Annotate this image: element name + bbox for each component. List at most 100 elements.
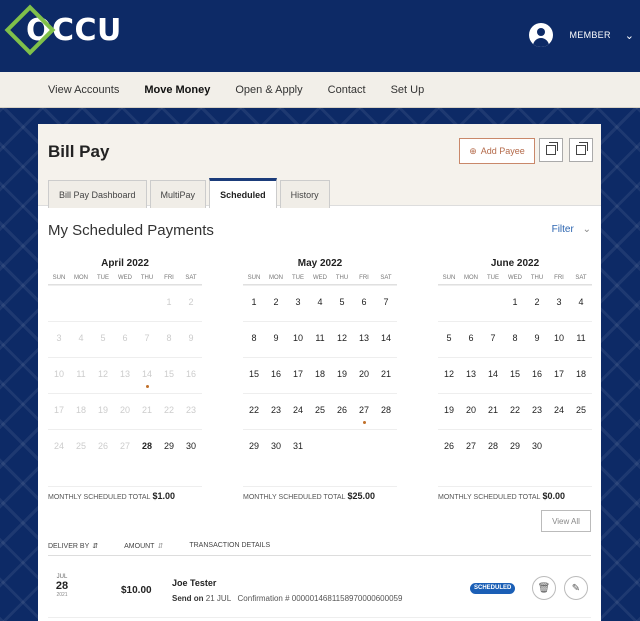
- calendar-day[interactable]: 25: [570, 394, 592, 429]
- calendar-day[interactable]: 23: [265, 394, 287, 429]
- calendar-day[interactable]: 15: [243, 358, 265, 393]
- calendar-day[interactable]: 30: [526, 430, 548, 465]
- user-menu[interactable]: MEMBER ⌄: [529, 23, 634, 47]
- calendar-day[interactable]: 10: [548, 322, 570, 357]
- calendar-day[interactable]: 1: [504, 286, 526, 321]
- calendar-day[interactable]: 5: [438, 322, 460, 357]
- view-all-button[interactable]: View All: [541, 510, 591, 532]
- calendar-day[interactable]: 14: [482, 358, 504, 393]
- calendar-day[interactable]: 12: [331, 322, 353, 357]
- calendar-day[interactable]: 22: [243, 394, 265, 429]
- calendar-day[interactable]: 23: [526, 394, 548, 429]
- calendar-day[interactable]: 28: [482, 430, 504, 465]
- calendar-day[interactable]: 12: [438, 358, 460, 393]
- calendar-day[interactable]: 2: [265, 286, 287, 321]
- calendar-day[interactable]: 20: [460, 394, 482, 429]
- calendar-day[interactable]: 18: [309, 358, 331, 393]
- duplicate-button[interactable]: [569, 138, 593, 162]
- tab-bill-pay-dashboard[interactable]: Bill Pay Dashboard: [48, 180, 147, 208]
- tab-history[interactable]: History: [279, 180, 330, 208]
- calendar-day[interactable]: 21: [375, 358, 397, 393]
- filter-button[interactable]: Filter ⌄: [552, 224, 591, 235]
- tab-scheduled[interactable]: Scheduled: [209, 178, 277, 208]
- nav-open-apply[interactable]: Open & Apply: [235, 84, 302, 96]
- copy-button[interactable]: [539, 138, 563, 162]
- calendar-day[interactable]: 19: [331, 358, 353, 393]
- calendar-day[interactable]: 19: [438, 394, 460, 429]
- calendar-day[interactable]: 7: [482, 322, 504, 357]
- calendar-day[interactable]: 5: [331, 286, 353, 321]
- col-deliver-by[interactable]: DELIVER BY ⇵: [48, 542, 98, 550]
- calendar-week: 19 20 21 22 23 24 25: [438, 393, 592, 429]
- calendar-day[interactable]: 27: [353, 394, 375, 429]
- col-amount[interactable]: AMOUNT ⇵: [124, 542, 163, 550]
- occu-logo[interactable]: OCCU: [4, 4, 122, 56]
- calendar-day[interactable]: 11: [570, 322, 592, 357]
- calendar-day[interactable]: 30: [265, 430, 287, 465]
- calendar-day[interactable]: 20: [353, 358, 375, 393]
- calendar-empty-cell: [331, 430, 353, 465]
- calendar-day[interactable]: 15: [504, 358, 526, 393]
- calendar-day[interactable]: 4: [309, 286, 331, 321]
- calendar-day[interactable]: 28: [136, 430, 158, 465]
- calendar-day[interactable]: 6: [353, 286, 375, 321]
- calendar-day[interactable]: 9: [265, 322, 287, 357]
- calendar-day[interactable]: 1: [243, 286, 265, 321]
- nav-move-money[interactable]: Move Money: [144, 84, 210, 96]
- calendar-day[interactable]: 13: [353, 322, 375, 357]
- calendar-day[interactable]: 28: [375, 394, 397, 429]
- calendar-day[interactable]: 11: [309, 322, 331, 357]
- calendar-day[interactable]: 6: [460, 322, 482, 357]
- monthly-total-amount: $0.00: [542, 491, 565, 501]
- calendar-day[interactable]: 21: [482, 394, 504, 429]
- calendar-day[interactable]: 25: [309, 394, 331, 429]
- calendar-day[interactable]: 17: [548, 358, 570, 393]
- calendar-empty-cell: [375, 430, 397, 465]
- calendar-day[interactable]: 31: [287, 430, 309, 465]
- calendar-day[interactable]: 26: [331, 394, 353, 429]
- calendar-empty-cell: [353, 430, 375, 465]
- calendar-day[interactable]: 26: [438, 430, 460, 465]
- calendar-day: 7: [144, 333, 150, 343]
- calendar-day[interactable]: 22: [504, 394, 526, 429]
- calendar-day[interactable]: 29: [158, 430, 180, 465]
- calendar-day[interactable]: 3: [548, 286, 570, 321]
- calendar-day[interactable]: 24: [287, 394, 309, 429]
- calendar-day[interactable]: 18: [570, 358, 592, 393]
- calendar-day[interactable]: 10: [287, 322, 309, 357]
- calendar-empty-cell: [92, 286, 114, 321]
- calendar-empty-cell: [438, 286, 460, 321]
- weekday-label: SAT: [380, 275, 392, 281]
- calendar-day[interactable]: 14: [375, 322, 397, 357]
- scheduled-payment-dot: [146, 385, 149, 388]
- nav-set-up[interactable]: Set Up: [391, 84, 425, 96]
- nav-contact[interactable]: Contact: [328, 84, 366, 96]
- calendar-day[interactable]: 13: [460, 358, 482, 393]
- calendar-day[interactable]: 2: [526, 286, 548, 321]
- edit-button[interactable]: ✎: [564, 576, 588, 600]
- weekday-label: FRI: [554, 275, 564, 281]
- calendar-day[interactable]: 3: [287, 286, 309, 321]
- weekday-label: SUN: [442, 275, 456, 281]
- calendar-day[interactable]: 7: [375, 286, 397, 321]
- calendar-day[interactable]: 27: [460, 430, 482, 465]
- add-payee-button[interactable]: ⊕ Add Payee: [459, 138, 535, 164]
- delete-button[interactable]: 🗑: [532, 576, 556, 600]
- calendar-day[interactable]: 4: [570, 286, 592, 321]
- tab-multipay[interactable]: MultiPay: [149, 180, 207, 208]
- nav-view-accounts[interactable]: View Accounts: [48, 84, 119, 96]
- calendar-day[interactable]: 24: [548, 394, 570, 429]
- section-title: My Scheduled Payments: [48, 222, 214, 239]
- send-date: 21 JUL: [205, 594, 231, 603]
- member-label: MEMBER: [569, 30, 611, 40]
- calendar-day[interactable]: 17: [287, 358, 309, 393]
- calendar-day[interactable]: 29: [243, 430, 265, 465]
- calendar-day[interactable]: 16: [526, 358, 548, 393]
- calendar-day[interactable]: 9: [526, 322, 548, 357]
- calendar-day[interactable]: 30: [180, 430, 202, 465]
- bill-pay-card: Bill Pay ⊕ Add Payee Bill Pay Dashboard …: [38, 124, 601, 621]
- calendar-day[interactable]: 29: [504, 430, 526, 465]
- calendar-day[interactable]: 8: [243, 322, 265, 357]
- calendar-day[interactable]: 16: [265, 358, 287, 393]
- calendar-day[interactable]: 8: [504, 322, 526, 357]
